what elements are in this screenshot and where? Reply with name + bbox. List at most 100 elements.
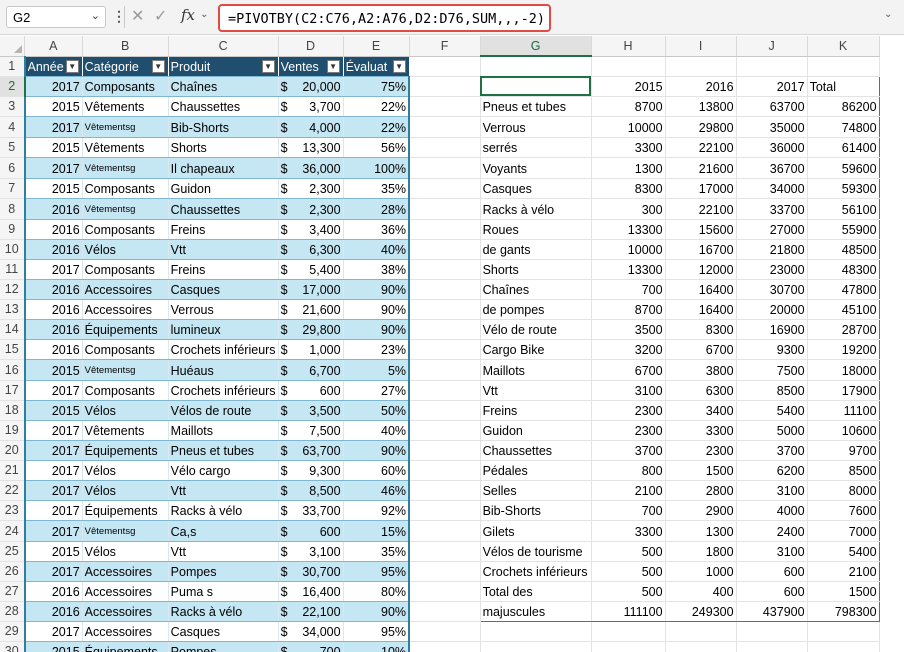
pivot-cell[interactable]: 13300: [591, 219, 666, 240]
table-cell[interactable]: Vélo cargo: [168, 460, 279, 481]
cell-f8[interactable]: [409, 198, 481, 220]
pivot-cell[interactable]: 11100: [807, 400, 880, 421]
pivot-cell[interactable]: [591, 641, 666, 652]
pivot-cell[interactable]: 45100: [807, 299, 880, 320]
column-header-h[interactable]: H: [591, 36, 666, 57]
pivot-cell[interactable]: 2300: [665, 440, 737, 461]
check-icon[interactable]: ✓: [154, 6, 167, 26]
pivot-cell[interactable]: [480, 56, 592, 77]
table-cell[interactable]: 2017: [23, 157, 83, 179]
cell-f21[interactable]: [409, 460, 481, 481]
column-header-d[interactable]: D: [278, 36, 344, 57]
column-header-f[interactable]: F: [409, 36, 481, 57]
row-header-15[interactable]: 15: [0, 339, 25, 360]
pivot-cell[interactable]: 8700: [591, 96, 666, 117]
pivot-cell[interactable]: 48500: [807, 239, 880, 260]
row-header-10[interactable]: 10: [0, 239, 25, 260]
cell-f18[interactable]: [409, 400, 481, 421]
table-cell[interactable]: Équipements: [82, 641, 169, 652]
table-cell[interactable]: 46%: [343, 480, 411, 501]
table-cell[interactable]: Accessoires: [82, 601, 169, 622]
table-header-cell[interactable]: Année ▼: [23, 56, 83, 77]
table-cell[interactable]: Chaussettes: [168, 198, 279, 220]
pivot-cell[interactable]: 1500: [665, 460, 737, 481]
cell-f1[interactable]: [409, 56, 481, 77]
table-cell[interactable]: 60%: [343, 460, 411, 481]
pivot-cell[interactable]: [736, 621, 808, 642]
filter-dropdown-icon[interactable]: ▼: [326, 59, 340, 73]
pivot-cell[interactable]: 500: [591, 541, 666, 562]
table-cell[interactable]: 2017: [23, 420, 83, 441]
formula-input[interactable]: =PIVOTBY(C2:C76,A2:A76,D2:D76,SUM,,,-2): [218, 4, 551, 32]
pivot-cell[interactable]: 35000: [736, 116, 808, 138]
table-cell[interactable]: $8,500: [278, 480, 344, 501]
pivot-cell[interactable]: 437900: [736, 601, 808, 622]
table-cell[interactable]: Accessoires: [82, 561, 169, 582]
row-header-7[interactable]: 7: [0, 178, 25, 199]
pivot-cell[interactable]: 19200: [807, 339, 880, 360]
cell-f6[interactable]: [409, 157, 481, 179]
pivot-cell[interactable]: 10000: [591, 239, 666, 260]
pivot-cell[interactable]: 15600: [665, 219, 737, 240]
row-header-14[interactable]: 14: [0, 319, 25, 340]
pivot-cell[interactable]: 16700: [665, 239, 737, 260]
row-header-17[interactable]: 17: [0, 380, 25, 401]
pivot-cell[interactable]: 8500: [736, 380, 808, 401]
fx-icon[interactable]: fx: [181, 6, 195, 24]
table-cell[interactable]: 2016: [23, 279, 83, 300]
pivot-cell[interactable]: 3300: [591, 520, 666, 542]
table-cell[interactable]: Pompes: [168, 561, 279, 582]
pivot-cell[interactable]: 700: [591, 279, 666, 300]
table-cell[interactable]: Équipements: [82, 500, 169, 521]
pivot-cell[interactable]: 2900: [665, 500, 737, 521]
pivot-cell[interactable]: 8300: [591, 178, 666, 199]
table-cell[interactable]: Vêtements: [82, 96, 169, 117]
pivot-cell[interactable]: 6700: [665, 339, 737, 360]
pivot-cell[interactable]: Verrous: [479, 116, 592, 138]
pivot-cell[interactable]: 500: [591, 561, 666, 582]
table-cell[interactable]: Vtt: [168, 480, 279, 501]
table-cell[interactable]: $6,700: [278, 359, 344, 381]
table-cell[interactable]: 2017: [23, 440, 83, 461]
row-header-23[interactable]: 23: [0, 500, 25, 521]
pivot-cell[interactable]: 33700: [736, 198, 808, 220]
table-cell[interactable]: 2015: [23, 178, 83, 199]
table-cell[interactable]: 2015: [23, 359, 83, 381]
table-cell[interactable]: 80%: [343, 581, 411, 602]
row-header-25[interactable]: 25: [0, 541, 25, 562]
pivot-cell[interactable]: 1300: [665, 520, 737, 542]
table-cell[interactable]: $34,000: [278, 621, 344, 642]
table-cell[interactable]: 95%: [343, 561, 411, 582]
table-cell[interactable]: Chaussettes: [168, 96, 279, 117]
pivot-cell[interactable]: 23000: [736, 259, 808, 280]
pivot-cell[interactable]: 5000: [736, 420, 808, 441]
pivot-cell[interactable]: 2016: [665, 75, 737, 97]
table-cell[interactable]: 92%: [343, 500, 411, 521]
pivot-cell[interactable]: 2100: [591, 480, 666, 501]
table-cell[interactable]: Shorts: [168, 137, 279, 158]
table-cell[interactable]: Pneus et tubes: [168, 440, 279, 461]
pivot-cell[interactable]: 3700: [591, 440, 666, 461]
table-cell[interactable]: $30,700: [278, 561, 344, 582]
row-header-19[interactable]: 19: [0, 420, 25, 441]
table-cell[interactable]: 2017: [23, 380, 83, 401]
row-header-16[interactable]: 16: [0, 359, 25, 381]
pivot-cell[interactable]: 8300: [665, 319, 737, 340]
pivot-cell[interactable]: 3100: [736, 541, 808, 562]
row-header-1[interactable]: 1: [0, 56, 25, 77]
table-cell[interactable]: Vélos de route: [168, 400, 279, 421]
column-header-c[interactable]: C: [168, 36, 279, 57]
cell-f30[interactable]: [409, 641, 481, 652]
table-cell[interactable]: Composants: [82, 339, 169, 360]
table-cell[interactable]: $29,800: [278, 319, 344, 340]
filter-dropdown-icon[interactable]: ▼: [392, 59, 406, 73]
pivot-cell[interactable]: 300: [591, 198, 666, 220]
column-header-i[interactable]: I: [665, 36, 737, 57]
row-header-27[interactable]: 27: [0, 581, 25, 602]
pivot-cell[interactable]: 74800: [807, 116, 880, 138]
pivot-cell[interactable]: 27000: [736, 219, 808, 240]
table-cell[interactable]: Racks à vélo: [168, 601, 279, 622]
table-cell[interactable]: Composants: [82, 380, 169, 401]
table-cell[interactable]: 38%: [343, 259, 411, 280]
table-cell[interactable]: 2015: [23, 400, 83, 421]
